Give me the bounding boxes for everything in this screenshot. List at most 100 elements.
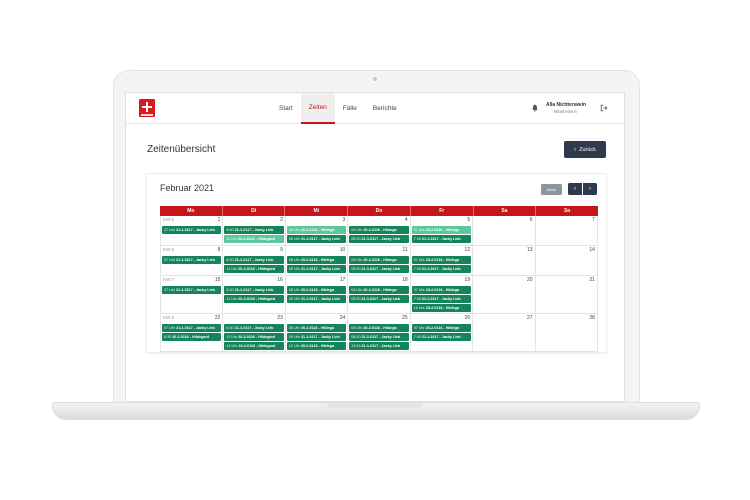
calendar-event[interactable]: 07 Uhr 21-1-0117 - Jacky Lieb: [162, 226, 222, 234]
day-number: 21: [589, 277, 595, 283]
calendar-event[interactable]: 08:30 21-1-0117 - Jacky Lieb: [349, 265, 409, 273]
calendar-day-cell[interactable]: 17 08 Uhr 20-2-0116 - Hildega 09 Uhr 21-1-…: [286, 276, 349, 313]
calendar-day-cell[interactable]: 5 07 Uhr 20-2-0116 - Hildega 7:45 21-1-011…: [411, 216, 474, 245]
calendar-day-cell[interactable]: KW 5 1 07 Uhr 21-1-0117 - Jacky Lieb: [160, 216, 224, 245]
calendar-day-cell[interactable]: 19 07 Uhr 20-2-0116 - Hildega 7:45 21-1-01…: [411, 276, 474, 313]
next-month-button[interactable]: ›: [583, 183, 597, 195]
day-number: 19: [464, 277, 471, 283]
day-number: 1: [217, 217, 221, 223]
calendar-day-cell[interactable]: 23 8:30 21-1-0117 - Jacky Lieb 11 Uhr 20-2…: [223, 314, 286, 351]
calendar-day-cell[interactable]: 6: [473, 216, 536, 245]
calendar-event[interactable]: 14 Uhr 20-2-0116 - Hildegard: [224, 342, 284, 350]
calendar-day-cell[interactable]: 16 8:30 21-1-0117 - Jacky Lieb 11 Uhr 20-2…: [223, 276, 286, 313]
calendar-day-cell[interactable]: 14: [536, 246, 598, 275]
calendar-event[interactable]: 15:45 21-1-0117 - Jacky Lieb: [349, 342, 409, 350]
calendar-day-cell[interactable]: 4 08 Uhr 20-2-0116 - Hildega 08:30 21-1-01…: [348, 216, 411, 245]
calendar-event[interactable]: 07 Uhr 20-2-0116 - Hildega: [411, 226, 472, 234]
nav-item-faelle[interactable]: Fälle: [335, 93, 365, 124]
calendar-event[interactable]: 08 Uhr 20-2-0116 - Hildega: [286, 286, 347, 294]
calendar-event[interactable]: 09 Uhr 21-1-0117 - Jacky Lieb: [286, 333, 347, 341]
calendar-event[interactable]: 8:30 21-1-0117 - Jacky Lieb: [224, 286, 284, 294]
calendar-event[interactable]: 11 Uhr 20-2-0116 - Hildegard: [224, 333, 284, 341]
event-client-name: Hildega: [320, 326, 335, 330]
day-number: 15: [214, 277, 221, 283]
calendar-event[interactable]: 11 Uhr 20-2-0116 - Hildegard: [224, 295, 284, 303]
event-time: 7:45: [413, 335, 421, 339]
calendar-event[interactable]: 11 Uhr 20-2-0116 - Hildegard: [224, 265, 284, 273]
event-client-name: Hildega: [445, 258, 460, 262]
event-case-code: 20-2-0116: [300, 344, 318, 348]
nav-item-berichte[interactable]: Berichte: [365, 93, 405, 124]
bell-icon[interactable]: [531, 104, 539, 112]
day-number: 3: [342, 217, 346, 223]
calendar-day-cell[interactable]: 24 08 Uhr 20-2-0116 - Hildega 09 Uhr 21-1-…: [286, 314, 349, 351]
calendar-event[interactable]: 09 Uhr 21-1-0117 - Jacky Lieb: [286, 295, 347, 303]
calendar-event[interactable]: 07 Uhr 20-2-0116 - Hildega: [411, 324, 472, 332]
calendar-event[interactable]: 08 Uhr 20-2-0116 - Hildega: [349, 256, 409, 264]
caritas-logo-icon[interactable]: [139, 99, 155, 117]
calendar-event[interactable]: 8:30 20-2-0116 - Hildegard: [162, 333, 222, 341]
calendar-event[interactable]: 16 Uhr 20-2-0116 - Hildega: [411, 304, 472, 312]
calendar-day-cell[interactable]: 11 08 Uhr 20-2-0116 - Hildega 08:30 21-1-0…: [348, 246, 411, 275]
calendar-day-cell[interactable]: 20: [473, 276, 536, 313]
calendar-day-cell[interactable]: KW 8 22 07 Uhr 21-1-0117 - Jacky Lieb 8:30 …: [160, 314, 224, 351]
event-case-code: 20-2-0116: [363, 228, 380, 232]
calendar-day-cell[interactable]: 2 8:30 21-1-0117 - Jacky Lieb 11 Uhr 20-2-…: [223, 216, 286, 245]
calendar-day-cell[interactable]: 26 07 Uhr 20-2-0116 - Hildega 7:45 21-1-01…: [411, 314, 474, 351]
calendar-day-cell[interactable]: 13: [473, 246, 536, 275]
calendar-event[interactable]: 7:45 21-1-0117 - Jacky Lieb: [411, 235, 472, 243]
calendar-event[interactable]: 11 Uhr 20-2-0116 - Hildegard: [224, 235, 284, 243]
event-case-code: 21-1-0117: [300, 237, 318, 241]
event-client-name: Hildega: [320, 258, 335, 262]
calendar-event[interactable]: 07 Uhr 21-1-0117 - Jacky Lieb: [162, 324, 222, 332]
calendar-day-cell[interactable]: KW 7 15 07 Uhr 21-1-0117 - Jacky Lieb: [160, 276, 224, 313]
calendar-event[interactable]: 07 Uhr 20-2-0116 - Hildega: [411, 256, 472, 264]
day-number: 22: [214, 315, 221, 321]
calendar-day-cell[interactable]: 18 08 Uhr 20-2-0116 - Hildega 08:30 21-1-0…: [348, 276, 411, 313]
calendar-event[interactable]: 07 Uhr 21-1-0117 - Jacky Lieb: [162, 286, 222, 294]
calendar-event[interactable]: 08:30 21-1-0117 - Jacky Lieb: [349, 295, 409, 303]
calendar-event[interactable]: 08 Uhr 20-2-0116 - Hildega: [286, 256, 347, 264]
calendar-grid: Mo Di Mi Do Fr Sa So KW 5 1 07 Uhr 21-1-01…: [160, 206, 599, 352]
calendar-day-cell[interactable]: 3 08 Uhr 20-2-0116 - Hildega 09 Uhr 21-1-0…: [286, 216, 349, 245]
calendar-event[interactable]: 12 Uhr 20-2-0116 - Hildega: [286, 342, 347, 350]
calendar-day-cell[interactable]: 25 08 Uhr 20-2-0116 - Hildega 08:30 21-1-0…: [348, 314, 411, 351]
logout-icon[interactable]: [600, 104, 608, 112]
calendar-event[interactable]: 08 Uhr 20-2-0116 - Hildega: [286, 324, 347, 332]
calendar-event[interactable]: 08 Uhr 20-2-0116 - Hildega: [349, 324, 409, 332]
calendar-day-cell[interactable]: 12 07 Uhr 20-2-0116 - Hildega 7:45 21-1-01…: [411, 246, 474, 275]
event-time: 8:30: [226, 326, 234, 330]
calendar-event[interactable]: 08 Uhr 20-2-0116 - Hildega: [286, 226, 347, 234]
calendar-day-cell[interactable]: 9 8:30 21-1-0117 - Jacky Lieb 11 Uhr 20-2-…: [223, 246, 286, 275]
calendar-event[interactable]: 7:45 21-1-0117 - Jacky Lieb: [411, 295, 472, 303]
prev-month-button[interactable]: ‹: [568, 183, 582, 195]
calendar-event[interactable]: 07 Uhr 21-1-0117 - Jacky Lieb: [162, 256, 222, 264]
nav-item-zeiten[interactable]: Zeiten: [300, 93, 335, 124]
calendar-event[interactable]: 8:30 21-1-0117 - Jacky Lieb: [224, 324, 284, 332]
calendar-event[interactable]: 7:45 21-1-0117 - Jacky Lieb: [411, 265, 472, 273]
calendar-event[interactable]: 09 Uhr 21-1-0117 - Jacky Lieb: [286, 235, 347, 243]
back-button[interactable]: ‹ Zurück: [564, 141, 606, 158]
nav-item-start[interactable]: Start: [271, 93, 301, 124]
calendar-day-cell[interactable]: 28: [536, 314, 598, 351]
calendar-event[interactable]: 07 Uhr 20-2-0116 - Hildega: [411, 286, 472, 294]
calendar-event[interactable]: 7:45 21-1-0117 - Jacky Lieb: [411, 333, 472, 341]
calendar-day-cell[interactable]: 27: [473, 314, 536, 351]
calendar-day-cell[interactable]: KW 6 8 07 Uhr 21-1-0117 - Jacky Lieb: [160, 246, 224, 275]
today-button[interactable]: heute: [541, 184, 562, 195]
calendar-event[interactable]: 8:30 21-1-0117 - Jacky Lieb: [224, 256, 284, 264]
calendar-event[interactable]: 08:30 21-1-0117 - Jacky Lieb: [349, 333, 409, 341]
event-client-name: Hildegard: [258, 344, 276, 348]
calendar-day-cell[interactable]: 21: [536, 276, 598, 313]
calendar-event[interactable]: 08 Uhr 20-2-0116 - Hildega: [349, 286, 409, 294]
weekday-header: Fr: [410, 206, 474, 216]
user-name[interactable]: Alla Nichtenwein: [546, 102, 586, 108]
calendar-day-cell[interactable]: 10 08 Uhr 20-2-0116 - Hildega 09 Uhr 21-1-…: [286, 246, 349, 275]
calendar-event[interactable]: 09 Uhr 21-1-0117 - Jacky Lieb: [286, 265, 347, 273]
calendar-day-cell[interactable]: 7: [536, 216, 598, 245]
event-case-code: 21-1-0117: [176, 258, 193, 262]
event-case-code: 21-1-0117: [234, 228, 252, 232]
calendar-event[interactable]: 08 Uhr 20-2-0116 - Hildega: [349, 226, 409, 234]
calendar-event[interactable]: 8:30 21-1-0117 - Jacky Lieb: [224, 226, 284, 234]
calendar-event[interactable]: 08:30 21-1-0117 - Jacky Lieb: [349, 235, 409, 243]
